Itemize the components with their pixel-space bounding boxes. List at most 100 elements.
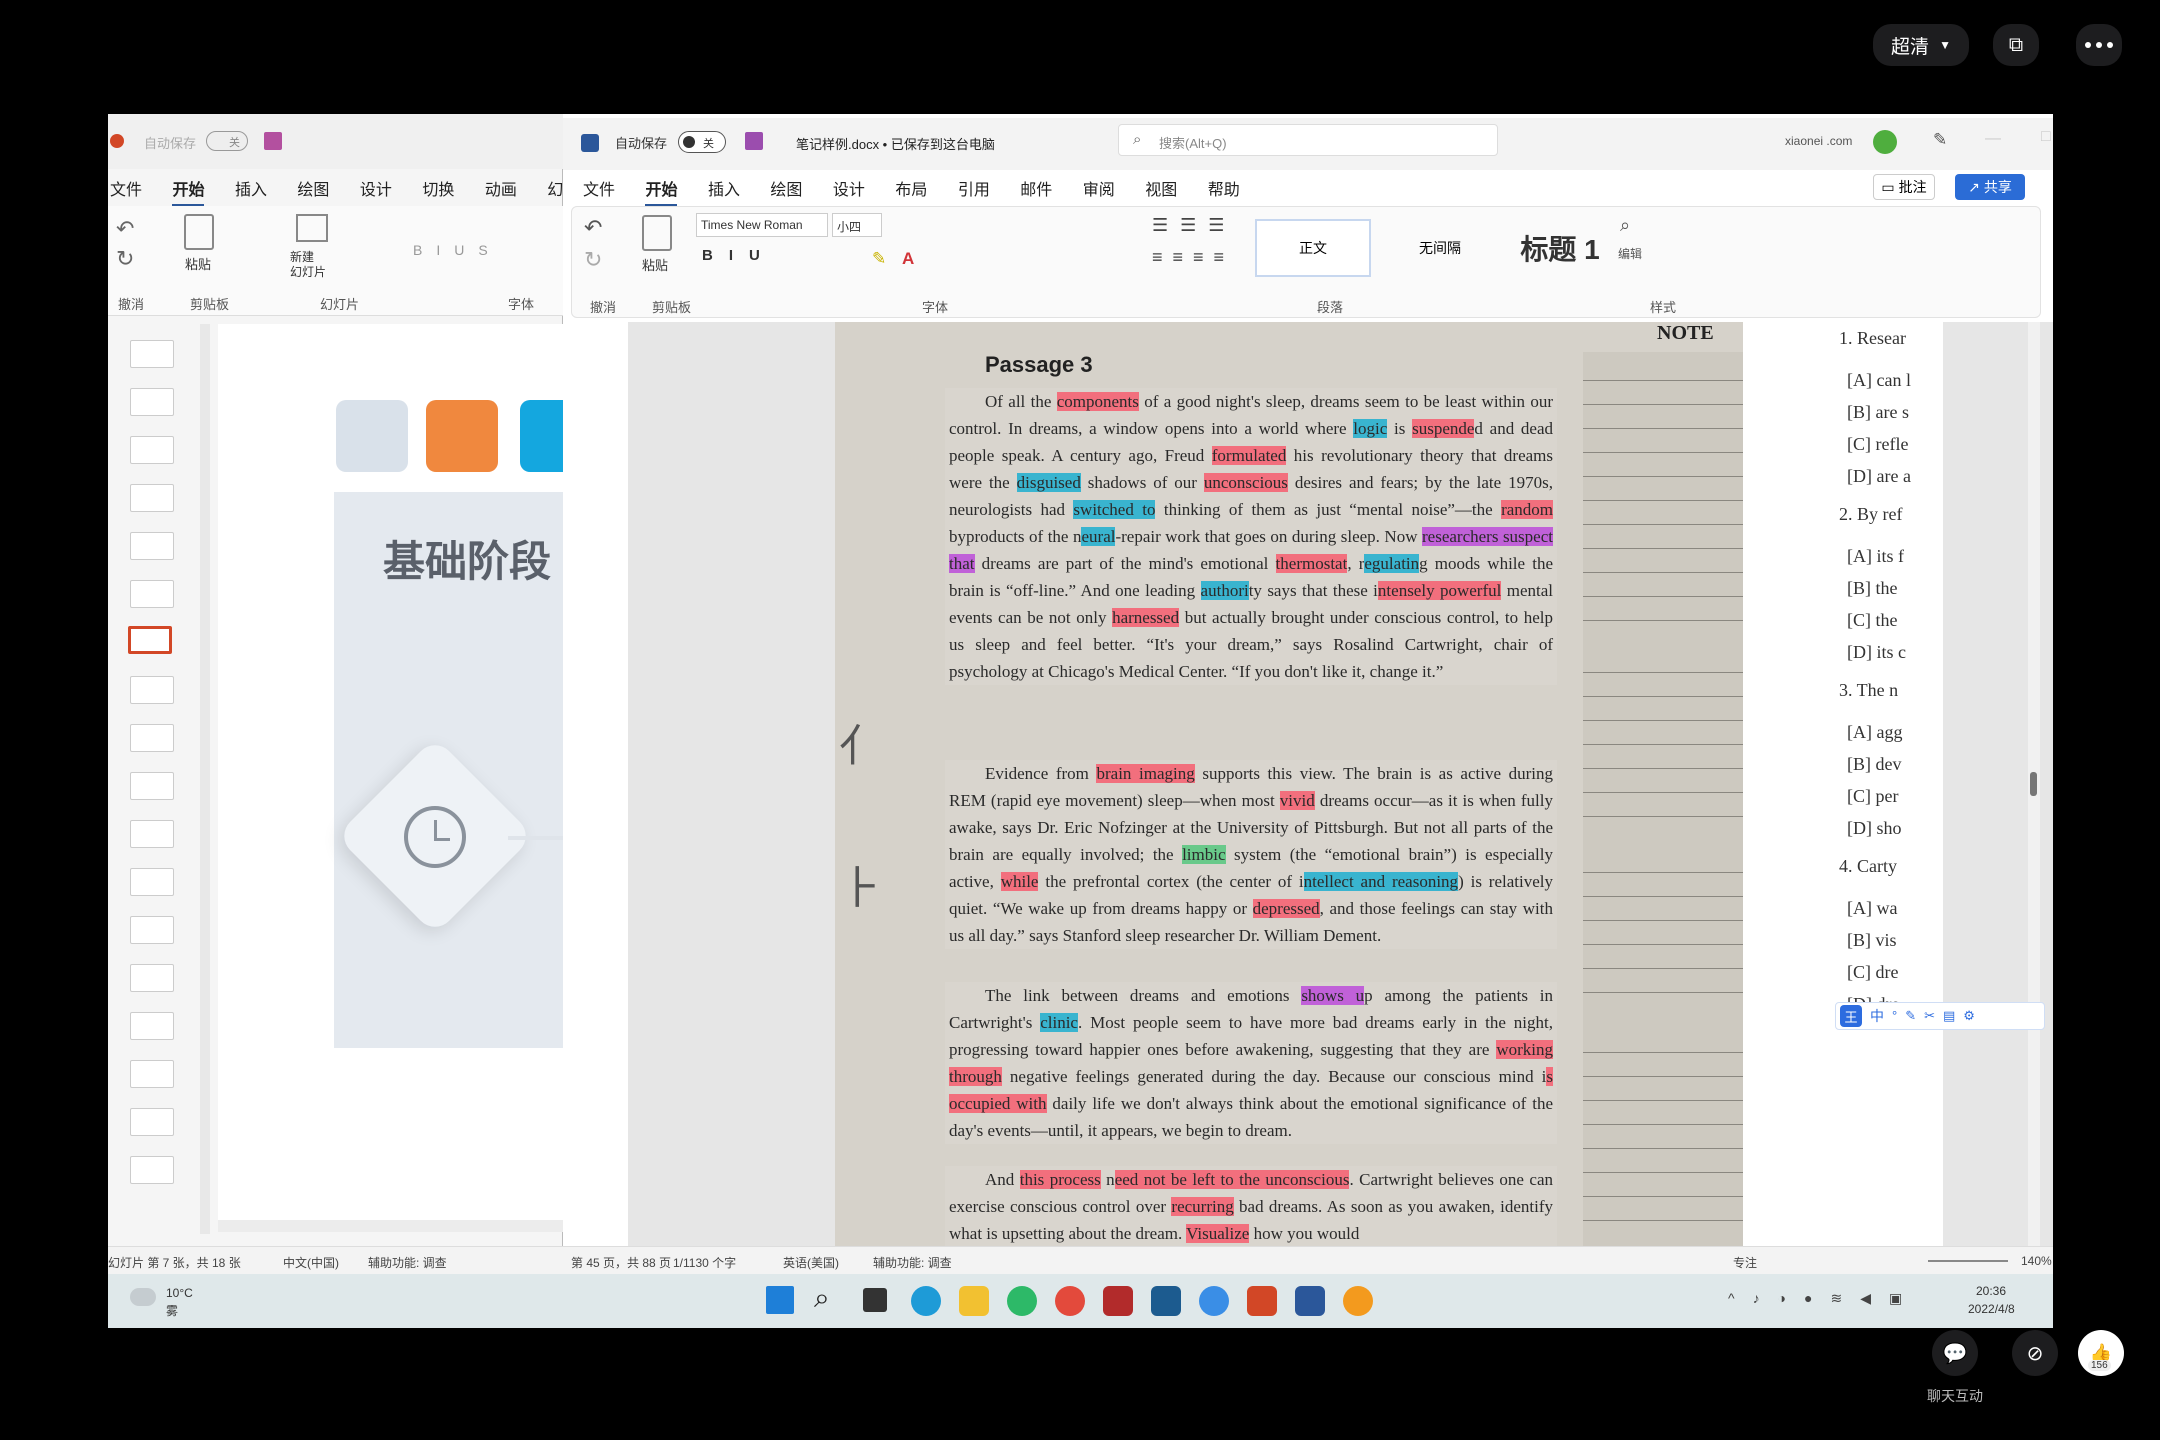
slide-thumbnail[interactable] xyxy=(130,1012,174,1040)
zoom-level[interactable]: 140% xyxy=(2021,1254,2052,1268)
redo-icon[interactable]: ↻ xyxy=(584,247,602,273)
comment-button[interactable]: ▭ 批注 xyxy=(1873,174,1935,200)
undo-icon[interactable]: ↶ xyxy=(584,215,602,241)
more-button[interactable] xyxy=(2076,24,2122,66)
paste-icon[interactable] xyxy=(642,215,672,251)
slide-thumbnail[interactable] xyxy=(130,532,174,560)
new-slide-icon[interactable] xyxy=(296,214,328,242)
word-tab[interactable]: 帮助 xyxy=(1208,176,1240,200)
word-icon[interactable] xyxy=(1295,1286,1325,1316)
maximize-icon[interactable]: □ xyxy=(2041,128,2051,146)
paste-icon[interactable] xyxy=(184,214,214,250)
ppt-tab[interactable]: 文件 xyxy=(110,176,142,200)
edge-icon[interactable] xyxy=(911,1286,941,1316)
chat-button[interactable]: 💬 xyxy=(1932,1330,1978,1376)
app-icon[interactable] xyxy=(1343,1286,1373,1316)
share-screen-button[interactable]: ⧉ xyxy=(1993,24,2039,66)
ppt-tab[interactable]: 切换 xyxy=(422,176,454,200)
minimize-icon[interactable]: — xyxy=(1985,130,2001,148)
status-words[interactable]: 1/1130 个字 xyxy=(673,1254,736,1271)
word-tab[interactable]: 设计 xyxy=(833,176,865,200)
paragraph-align-icons[interactable]: ≡≡≡≡ xyxy=(1152,247,1234,268)
ppt-tab[interactable]: 绘图 xyxy=(297,176,329,200)
slide-thumbnail[interactable] xyxy=(130,820,174,848)
ppt-tab[interactable]: 动画 xyxy=(485,176,517,200)
word-save-icon[interactable] xyxy=(745,132,763,150)
ppt-save-icon[interactable] xyxy=(264,132,282,150)
word-tab[interactable]: 插入 xyxy=(708,176,740,200)
word-tab[interactable]: 文件 xyxy=(583,176,615,200)
zoom-slider[interactable] xyxy=(1928,1260,2008,1262)
slide-thumbnail[interactable] xyxy=(130,724,174,752)
photos-icon[interactable] xyxy=(1151,1286,1181,1316)
ime-toolbar[interactable]: 王 中 °✎✂▤⚙ xyxy=(1835,1002,2045,1030)
word-tab-home[interactable]: 开始 xyxy=(645,176,678,207)
avatar[interactable] xyxy=(1873,130,1897,154)
slide-thumbnail-selected[interactable] xyxy=(128,626,172,654)
undo-icon[interactable]: ↶ xyxy=(116,216,134,242)
ppt-tab[interactable]: 插入 xyxy=(235,176,267,200)
slide-thumbnail[interactable] xyxy=(130,484,174,512)
status-lang[interactable]: 英语(美国) xyxy=(783,1254,839,1271)
slide-thumbnail[interactable] xyxy=(130,868,174,896)
pen-icon[interactable]: ✎ xyxy=(1933,130,1947,150)
like-button[interactable]: 👍 156 xyxy=(2078,1330,2124,1376)
list-icons[interactable]: ☰☰☰ xyxy=(1152,215,1236,236)
ppt-status-slide[interactable]: 幻灯片 第 7 张，共 18 张 xyxy=(108,1254,241,1271)
font-color-icon[interactable]: A xyxy=(902,249,914,269)
slide-thumbnail[interactable] xyxy=(130,436,174,464)
slide-thumbnail[interactable] xyxy=(130,772,174,800)
word-tab[interactable]: 邮件 xyxy=(1020,176,1052,200)
word-tab[interactable]: 视图 xyxy=(1145,176,1177,200)
app-icon[interactable] xyxy=(1007,1286,1037,1316)
quality-selector[interactable]: 超清 ▼ xyxy=(1873,24,1969,66)
document-scrollbar[interactable] xyxy=(2028,322,2040,1257)
status-focus[interactable]: 专注 xyxy=(1733,1254,1757,1271)
ppt-autosave-toggle[interactable]: 关 xyxy=(206,131,248,151)
font-name-select[interactable]: Times New Roman xyxy=(696,213,828,237)
tray-icons[interactable]: ^♪◑●≋◀▣ xyxy=(1728,1290,1920,1307)
document-title[interactable]: 笔记样例.docx • 已保存到这台电脑 xyxy=(796,134,995,153)
account-name[interactable]: xiaonei .com xyxy=(1785,134,1852,148)
status-page[interactable]: 第 45 页，共 88 页 xyxy=(571,1254,671,1271)
ppt-tab-home[interactable]: 开始 xyxy=(172,176,205,207)
word-tab[interactable]: 审阅 xyxy=(1083,176,1115,200)
highlight-icon[interactable]: ✎ xyxy=(872,249,886,269)
search-icon[interactable]: ⌕ xyxy=(814,1282,830,1315)
chrome-icon[interactable] xyxy=(1055,1286,1085,1316)
style-normal[interactable]: 正文 xyxy=(1255,219,1371,277)
word-tab[interactable]: 引用 xyxy=(958,176,990,200)
slide-thumbnail[interactable] xyxy=(130,964,174,992)
powerpoint-icon[interactable] xyxy=(1247,1286,1277,1316)
word-tab[interactable]: 布局 xyxy=(895,176,927,200)
slide-thumbnail[interactable] xyxy=(130,580,174,608)
link-button[interactable]: ⊘ xyxy=(2012,1330,2058,1376)
word-tab[interactable]: 绘图 xyxy=(770,176,802,200)
app-icon[interactable] xyxy=(1103,1286,1133,1316)
ppt-status-lang[interactable]: 中文(中国) xyxy=(283,1254,339,1271)
file-explorer-icon[interactable] xyxy=(959,1286,989,1316)
style-no-spacing[interactable]: 无间隔 xyxy=(1382,219,1498,277)
slide-thumbnail[interactable] xyxy=(130,1108,174,1136)
redo-icon[interactable]: ↻ xyxy=(116,246,134,272)
slide-thumbnail[interactable] xyxy=(130,1060,174,1088)
slide-thumbnail[interactable] xyxy=(130,1156,174,1184)
start-icon[interactable] xyxy=(766,1286,794,1314)
task-view-icon[interactable] xyxy=(863,1288,887,1312)
word-search-box[interactable]: ⌕ 搜索(Alt+Q) xyxy=(1118,124,1498,156)
font-format-icons[interactable]: BIU xyxy=(702,247,776,264)
word-autosave-toggle[interactable]: 关 xyxy=(678,131,726,153)
slide-thumbnail[interactable] xyxy=(130,916,174,944)
ppt-hscrollbar[interactable] xyxy=(218,1220,563,1232)
style-heading1[interactable]: 标题 1 xyxy=(1502,219,1618,277)
ppt-status-access[interactable]: 辅助功能: 调查 xyxy=(368,1254,447,1271)
slide-thumbnail[interactable] xyxy=(130,340,174,368)
font-size-select[interactable]: 小四 xyxy=(832,213,882,237)
scrollbar-thumb[interactable] xyxy=(2030,772,2037,796)
feishu-icon[interactable] xyxy=(1199,1286,1229,1316)
share-button[interactable]: ↗ 共享 xyxy=(1955,174,2025,200)
status-access[interactable]: 辅助功能: 调查 xyxy=(873,1254,952,1271)
find-icon[interactable]: ⌕ xyxy=(1620,215,1630,236)
slide-thumbnail[interactable] xyxy=(130,676,174,704)
ppt-tab[interactable]: 设计 xyxy=(360,176,392,200)
